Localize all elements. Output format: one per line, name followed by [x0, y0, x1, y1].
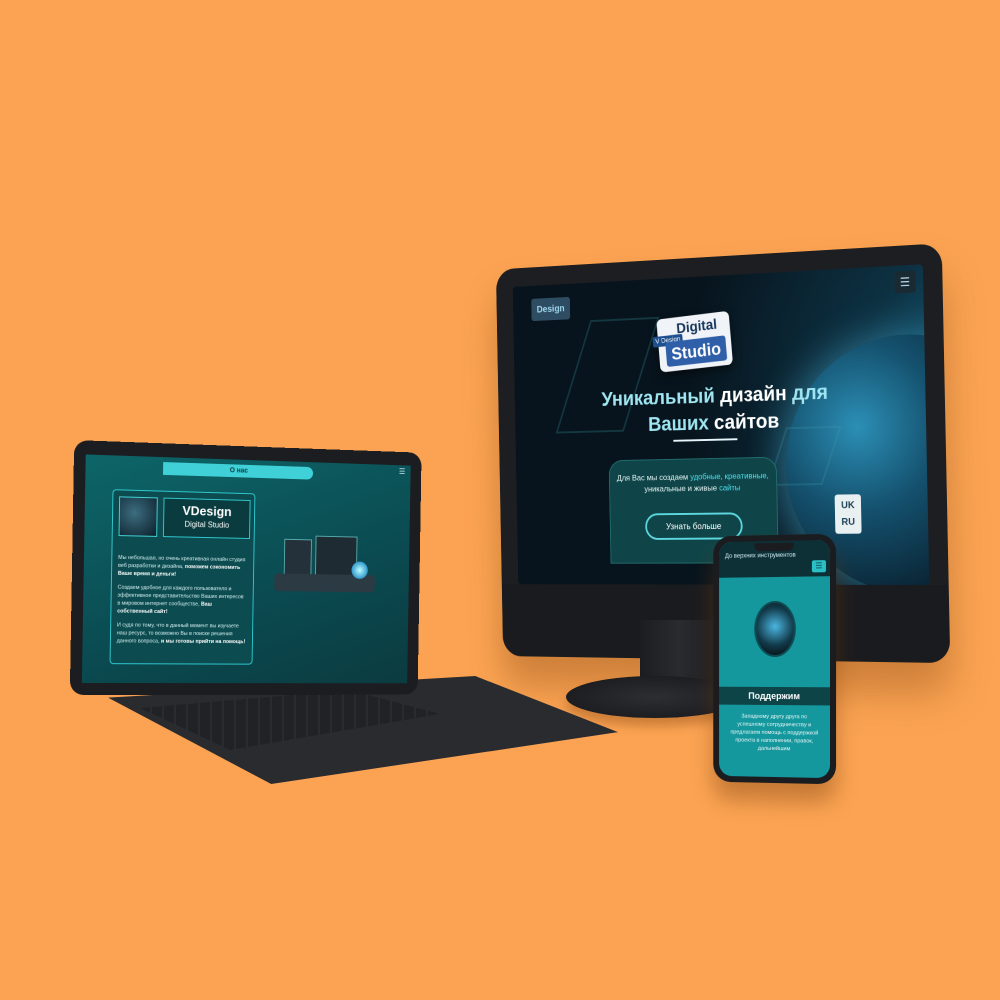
hamburger-menu-icon[interactable]: ☰	[811, 560, 826, 573]
monitor-screen: Design ☰ V Design Digital Studio Уникаль…	[512, 264, 930, 585]
laptop-topbar: О нас	[85, 458, 410, 482]
card-text-part: уникальные и живые	[644, 482, 720, 494]
sci-fi-machine-illustration	[274, 519, 385, 598]
about-panel: VDesign Digital Studio Мы небольшая, но …	[109, 489, 256, 665]
phone-screen: До верхних инструментов ☰ Поддержим Запа…	[719, 539, 831, 779]
hero-card-text: Для Вас мы создаем удобные, креативные, …	[617, 469, 770, 495]
hero-text: для	[786, 381, 829, 405]
logo-text: Design	[536, 303, 565, 315]
support-illustration	[754, 600, 796, 658]
phone-section-heading: Поддержим	[719, 686, 831, 706]
brand-box: VDesign Digital Studio	[162, 497, 251, 539]
phone-top-link[interactable]: До верхних инструментов	[725, 553, 796, 560]
machine-part	[283, 538, 312, 579]
phone-notch	[754, 542, 794, 552]
hero-text-highlight: дизайн	[719, 382, 787, 407]
about-tab[interactable]: О нас	[163, 461, 314, 480]
phone-header: До верхних инструментов ☰	[719, 539, 831, 578]
hero-text-highlight: сайтов	[713, 410, 780, 435]
hero-underline	[673, 438, 738, 442]
hero-text: Ваших	[647, 411, 715, 436]
phone-section-text: Западному другу друга по успешному сотру…	[730, 713, 819, 753]
card-text-accent: сайты	[718, 482, 741, 493]
card-text-accent: удобные, креативные,	[690, 470, 769, 482]
lang-ru[interactable]: RU	[835, 514, 862, 531]
about-paragraph-accent: и мы готовы прийти на помощь!	[160, 638, 246, 646]
language-switcher[interactable]: UK RU	[834, 494, 862, 534]
brand-title: VDesign	[182, 503, 232, 520]
smartphone: До верхних инструментов ☰ Поддержим Запа…	[713, 533, 837, 785]
hamburger-menu-icon[interactable]: ☰	[894, 270, 916, 294]
hamburger-menu-icon[interactable]: ☰	[399, 467, 406, 476]
badge-top-text: Digital	[675, 316, 718, 338]
site-logo[interactable]: Design	[531, 296, 571, 322]
laptop-lid: О нас ☰ VDesign Digital Studio Мы неболь…	[69, 440, 422, 696]
digital-studio-badge: V Design Digital Studio	[652, 310, 734, 373]
about-paragraph: Создаем удобное для каждого пользователя…	[117, 584, 244, 608]
laptop-screen: О нас ☰ VDesign Digital Studio Мы неболь…	[81, 454, 411, 684]
about-text: Мы небольшая, но очень креативная онлайн…	[117, 554, 248, 652]
brand-subtitle: Digital Studio	[184, 519, 230, 530]
hero-text: Уникальный	[601, 384, 721, 411]
card-text-part: Для Вас мы создаем	[616, 471, 691, 483]
lang-uk[interactable]: UK	[835, 497, 862, 514]
studio-photo	[118, 496, 158, 537]
